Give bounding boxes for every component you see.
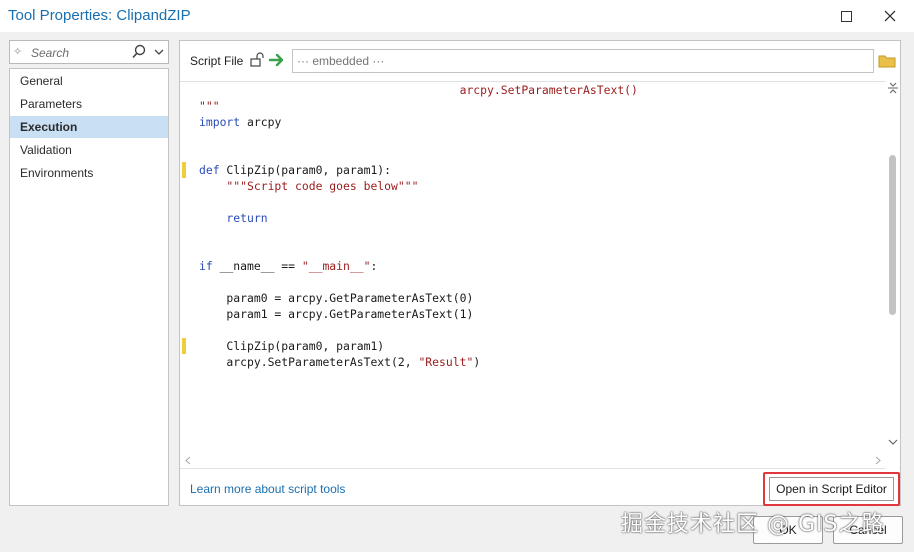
close-icon <box>884 10 896 22</box>
code-line: import arcpy <box>199 114 281 130</box>
code-token: arcpy.SetParameterAsText() <box>199 83 638 97</box>
code-line: arcpy.SetParameterAsText(2, "Result") <box>199 354 480 370</box>
split-view-icon[interactable] <box>887 81 899 95</box>
sparkle-icon: ✧ <box>13 46 23 58</box>
script-file-input[interactable] <box>292 49 874 73</box>
code-token: """Script code goes below""" <box>199 179 419 193</box>
arrow-right-icon[interactable] <box>268 52 286 68</box>
learn-more-link[interactable]: Learn more about script tools <box>190 482 345 496</box>
code-token: "Result" <box>418 355 474 369</box>
search-icon[interactable] <box>131 43 147 61</box>
maximize-button[interactable] <box>824 0 868 32</box>
nav-item-execution[interactable]: Execution <box>10 116 168 138</box>
watermark: 掘金技术社区 @ GIS之路 <box>621 512 885 537</box>
code-token: """ <box>199 99 220 113</box>
horizontal-scrollbar[interactable] <box>180 453 886 468</box>
code-line: return <box>199 210 268 226</box>
script-file-label: Script File <box>190 54 244 68</box>
code-token: __name__ == <box>212 259 302 273</box>
chevron-down-icon[interactable] <box>888 437 898 447</box>
code-token: ) <box>473 355 481 369</box>
code-line: def ClipZip(param0, param1): <box>199 162 391 178</box>
maximize-icon <box>840 10 852 22</box>
code-token: ClipZip(param0, param1) <box>199 339 385 353</box>
title-bar: Tool Properties: ClipandZIP <box>0 0 914 32</box>
code-token: def <box>199 163 220 177</box>
code-line: """ <box>199 98 220 114</box>
nav-item-parameters[interactable]: Parameters <box>10 93 168 115</box>
code-token: arcpy.SetParameterAsText(2, <box>199 355 419 369</box>
execution-panel: Script File arcpy.SetParameterAsText() ""… <box>179 40 901 506</box>
code-token: arcpy <box>240 115 282 129</box>
chevron-left-icon[interactable] <box>184 456 192 465</box>
search-input[interactable]: Search <box>31 46 69 60</box>
change-marker <box>182 338 186 354</box>
code-token: ClipZip(param0, param1): <box>219 163 392 177</box>
code-token: if <box>199 259 213 273</box>
nav-item-validation[interactable]: Validation <box>10 139 168 161</box>
nav-panel: General Parameters Execution Validation … <box>9 68 169 506</box>
nav-item-environments[interactable]: Environments <box>10 162 168 184</box>
code-token: param0 = arcpy.GetParameterAsText(0) <box>199 291 474 305</box>
change-marker <box>182 162 186 178</box>
chevron-right-icon[interactable] <box>874 456 882 465</box>
code-token: return <box>199 211 268 225</box>
code-line: if __name__ == "__main__": <box>199 258 377 274</box>
close-button[interactable] <box>868 0 912 32</box>
window-title: Tool Properties: ClipandZIP <box>8 7 191 24</box>
code-line: ClipZip(param0, param1) <box>199 338 384 354</box>
code-line: arcpy.SetParameterAsText() <box>199 82 638 98</box>
unlock-icon[interactable] <box>249 51 265 69</box>
code-line: """Script code goes below""" <box>199 178 418 194</box>
code-token: import <box>199 115 241 129</box>
code-token: : <box>370 259 378 273</box>
code-token: "__main__" <box>301 259 371 273</box>
vertical-scroll-thumb[interactable] <box>889 155 896 315</box>
code-editor[interactable]: arcpy.SetParameterAsText() """ import arcp… <box>180 81 900 469</box>
open-in-script-editor-button[interactable]: Open in Script Editor <box>769 477 894 501</box>
nav-item-general[interactable]: General <box>10 70 168 92</box>
folder-icon[interactable] <box>878 53 896 69</box>
code-token: param1 = arcpy.GetParameterAsText(1) <box>199 307 474 321</box>
search-box[interactable]: ✧ Search <box>9 40 169 64</box>
code-line: param0 = arcpy.GetParameterAsText(0) <box>199 290 473 306</box>
chevron-down-icon[interactable] <box>153 45 165 59</box>
code-line: param1 = arcpy.GetParameterAsText(1) <box>199 306 473 322</box>
vertical-scrollbar[interactable] <box>886 81 899 469</box>
